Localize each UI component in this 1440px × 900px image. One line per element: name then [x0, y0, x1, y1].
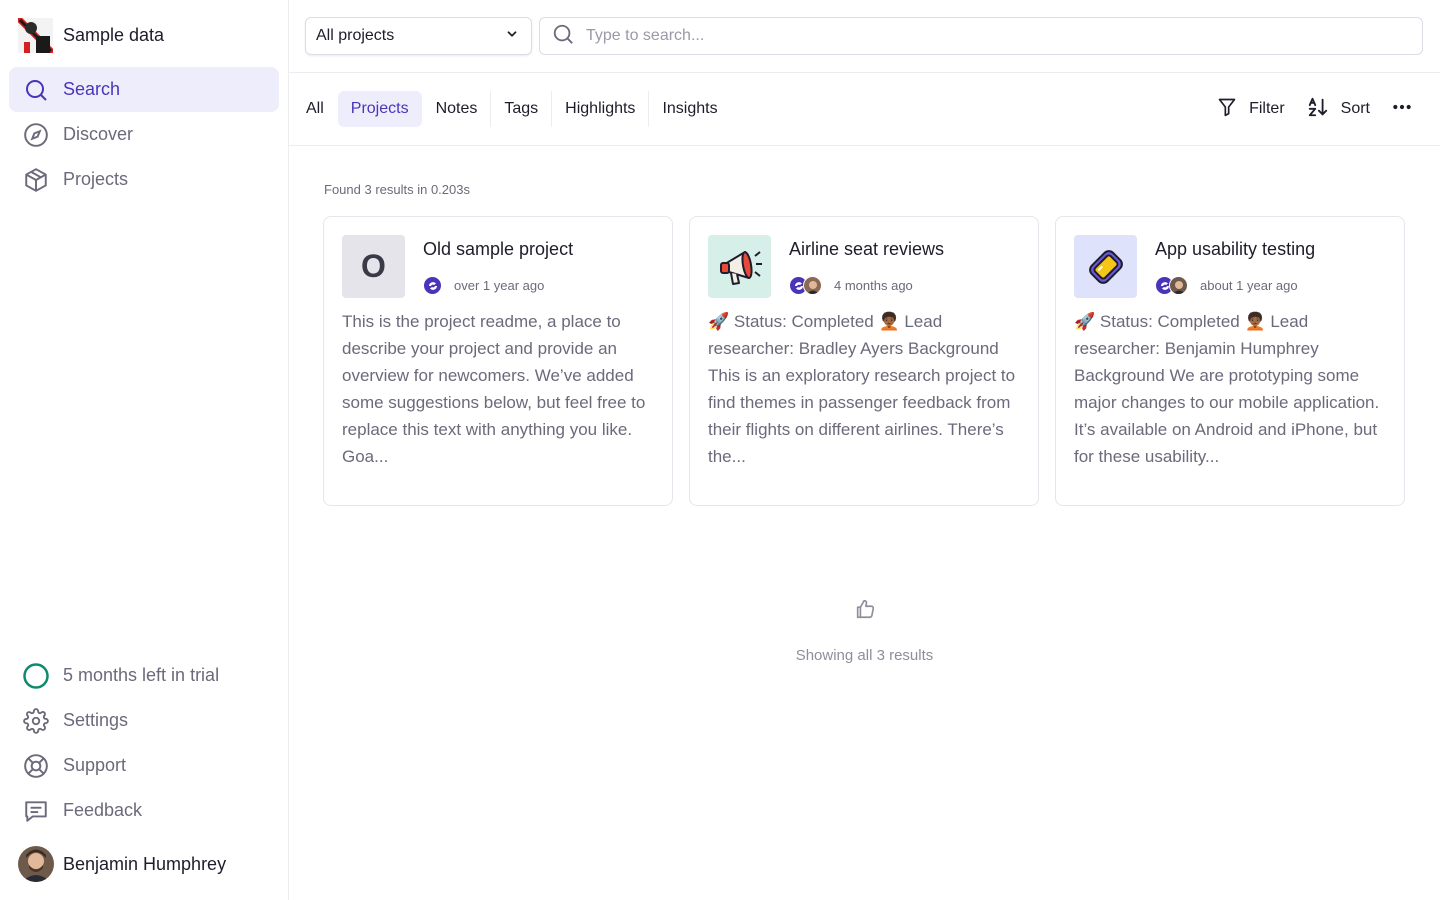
- message-icon: [23, 798, 49, 824]
- sort-button[interactable]: Sort: [1307, 96, 1370, 123]
- tab-divider: [551, 91, 553, 127]
- toolbar-actions: Filter Sort: [1195, 91, 1412, 127]
- user-menu[interactable]: Benjamin Humphrey: [18, 846, 226, 882]
- main-nav: Search Discover Projects: [9, 67, 279, 202]
- nav-label: Support: [63, 755, 127, 775]
- project-filter-value: All projects: [316, 27, 395, 44]
- card-title: Old sample project: [423, 239, 574, 259]
- avatar: [18, 846, 54, 882]
- nav-label: Settings: [63, 710, 129, 730]
- box-icon: [23, 167, 49, 193]
- card-description: This is the project readme, a place to d…: [342, 312, 646, 466]
- search-icon: [552, 23, 574, 50]
- project-filter-select[interactable]: All projects: [305, 17, 532, 55]
- tabs-bar: All Projects Notes Tags Highlights Insig…: [289, 73, 1440, 146]
- filter-icon: [1217, 97, 1237, 122]
- end-of-results: Showing all 3 results: [289, 598, 1440, 664]
- tab-tags[interactable]: Tags: [496, 91, 546, 127]
- search-input[interactable]: [586, 27, 1386, 45]
- card-description: 🚀 Status: Completed 🧑🏾‍🦱 Lead researcher…: [1074, 312, 1380, 466]
- main-content: All projects All Projects Notes Tags: [289, 0, 1440, 900]
- search-icon: [23, 77, 49, 103]
- end-of-results-text: Showing all 3 results: [795, 647, 934, 664]
- tab-divider: [648, 91, 650, 127]
- sort-label: Sort: [1340, 100, 1370, 117]
- chevron-down-icon: [505, 27, 519, 46]
- project-thumbnail: O: [342, 235, 405, 298]
- filter-button[interactable]: Filter: [1217, 97, 1285, 122]
- tab-highlights[interactable]: Highlights: [557, 91, 643, 127]
- avatar: [423, 276, 442, 295]
- nav-label: Search: [63, 79, 121, 99]
- thumbs-up-icon: [854, 599, 876, 624]
- workspace-name: Sample data: [63, 25, 165, 45]
- card-meta: 4 months ago: [789, 276, 913, 295]
- user-name: Benjamin Humphrey: [63, 853, 227, 874]
- tab-insights[interactable]: Insights: [654, 91, 725, 127]
- topbar: All projects: [289, 0, 1440, 73]
- nav-item-discover[interactable]: Discover: [9, 112, 279, 157]
- tab-all[interactable]: All: [298, 91, 332, 127]
- tab-notes[interactable]: Notes: [428, 91, 486, 127]
- compass-icon: [23, 122, 49, 148]
- nav-label: Discover: [63, 124, 134, 144]
- filter-label: Filter: [1249, 100, 1285, 117]
- nav-label: Projects: [63, 169, 129, 189]
- card-updated-time: about 1 year ago: [1200, 278, 1298, 293]
- project-card[interactable]: App usability testing about 1 year ago 🚀…: [1055, 216, 1405, 506]
- sort-az-icon: [1307, 96, 1329, 123]
- avatar: [1169, 276, 1188, 295]
- nav-label: Feedback: [63, 800, 143, 820]
- megaphone-icon: [708, 235, 771, 298]
- results-list: O Old sample project over 1 year ago Thi…: [323, 216, 1405, 506]
- card-updated-time: over 1 year ago: [454, 278, 545, 293]
- more-horizontal-icon: [1392, 97, 1412, 122]
- gear-icon: [23, 707, 49, 734]
- workspace-logo: [18, 18, 53, 53]
- nav-item-feedback[interactable]: Feedback: [9, 788, 279, 833]
- card-meta: about 1 year ago: [1155, 276, 1298, 295]
- trial-status[interactable]: 5 months left in trial: [9, 653, 279, 698]
- nav-item-projects[interactable]: Projects: [9, 157, 279, 202]
- card-title: Airline seat reviews: [789, 239, 945, 259]
- card-meta: over 1 year ago: [423, 276, 544, 295]
- tab-projects[interactable]: Projects: [337, 91, 422, 127]
- nav-item-support[interactable]: Support: [9, 743, 279, 788]
- secondary-nav: 5 months left in trial Settings Support …: [9, 653, 279, 833]
- project-card[interactable]: O Old sample project over 1 year ago Thi…: [323, 216, 673, 506]
- nav-item-search[interactable]: Search: [9, 67, 279, 112]
- phone-icon: [1074, 235, 1137, 298]
- card-updated-time: 4 months ago: [834, 278, 913, 293]
- avatar: [803, 276, 822, 295]
- project-card[interactable]: Airline seat reviews 4 months ago 🚀 Stat…: [689, 216, 1039, 506]
- lifebuoy-icon: [23, 753, 49, 779]
- search-box: [539, 17, 1423, 55]
- nav-item-settings[interactable]: Settings: [9, 698, 279, 743]
- workspace-switcher[interactable]: Sample data: [18, 18, 164, 53]
- sidebar: Sample data Search Discover Projects 5 m…: [0, 0, 289, 900]
- card-description: 🚀 Status: Completed 🧑🏾‍🦱 Lead researcher…: [708, 312, 1016, 466]
- results-summary: Found 3 results in 0.203s: [324, 182, 470, 197]
- result-type-tabs: All Projects Notes Tags Highlights Insig…: [298, 91, 726, 127]
- more-options-button[interactable]: [1392, 97, 1412, 122]
- trial-circle-icon: [23, 662, 49, 689]
- card-title: App usability testing: [1155, 239, 1316, 259]
- nav-label: 5 months left in trial: [63, 665, 220, 685]
- tab-divider: [490, 91, 492, 127]
- thumbnail-letter: O: [361, 248, 386, 284]
